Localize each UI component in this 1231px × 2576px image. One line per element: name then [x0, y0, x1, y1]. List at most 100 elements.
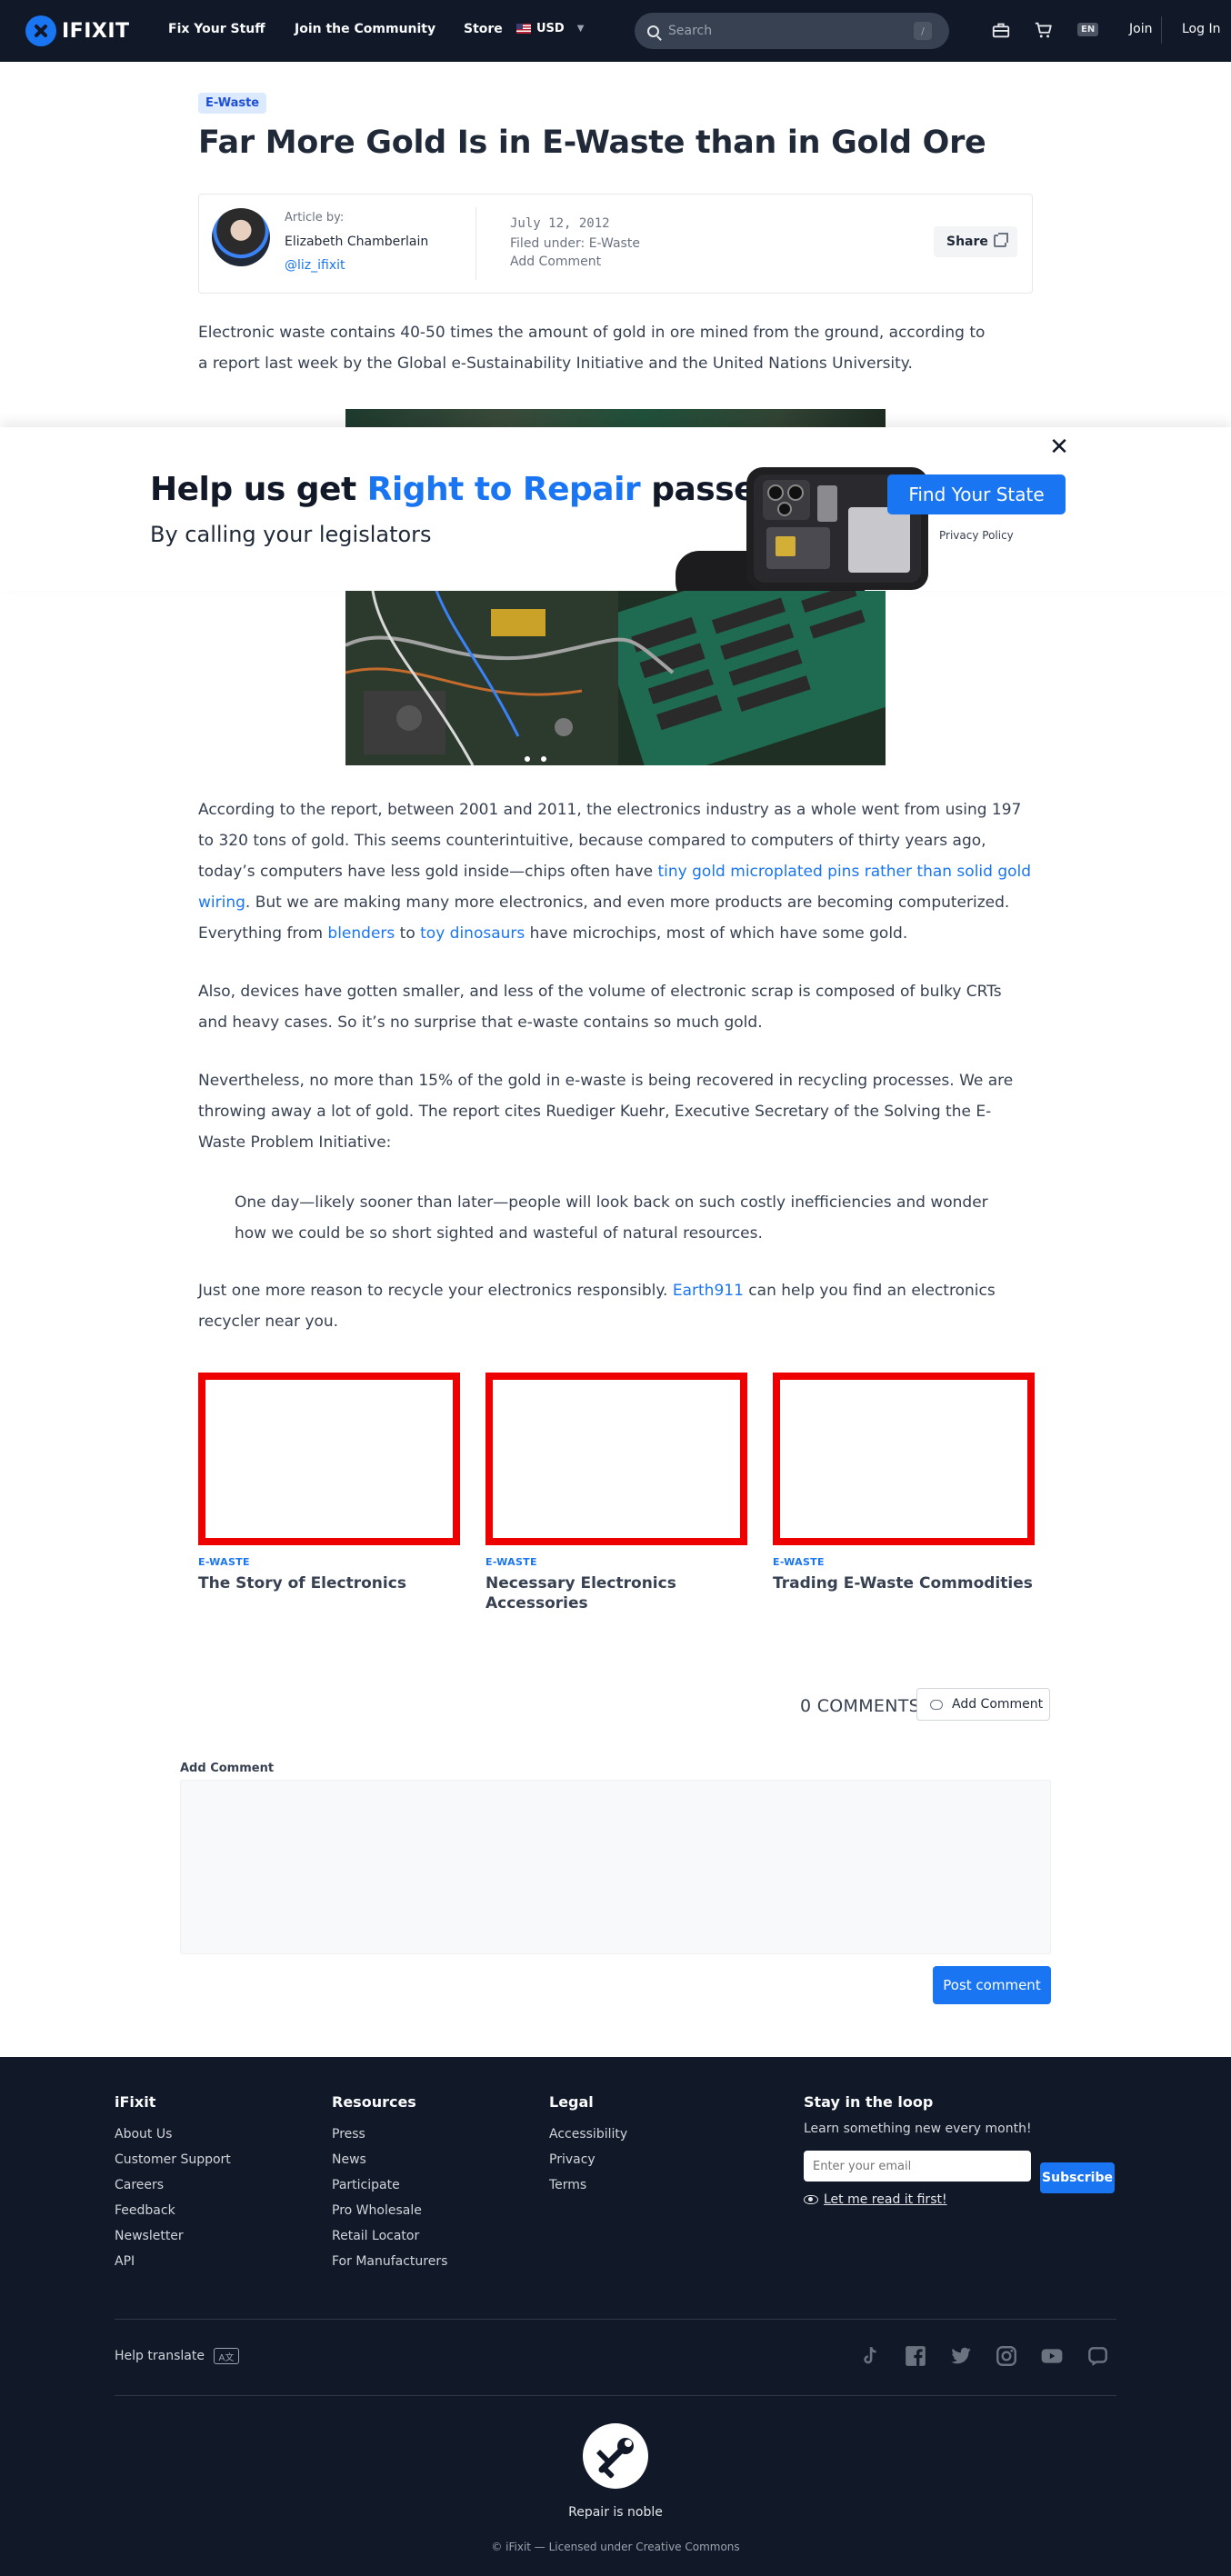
banner-subtitle: By calling your legislators [150, 522, 432, 547]
footer-link[interactable]: Customer Support [115, 2147, 231, 2172]
footer-tagline: Repair is noble [568, 2505, 663, 2520]
footer-column-resources: Resources Press News Participate Pro Who… [332, 2093, 447, 2274]
top-nav: IFIXIT Fix Your Stuff Join the Community… [0, 0, 1231, 62]
youtube-icon[interactable] [1040, 2344, 1064, 2368]
paragraph-report-text-4: have microchips, most of which have some… [525, 924, 908, 943]
search-input[interactable] [668, 24, 914, 38]
article-category-tag[interactable]: E-Waste [198, 93, 267, 114]
translate-icon: A文 [213, 2348, 239, 2364]
nav-store[interactable]: Store [464, 22, 503, 36]
related-card[interactable]: E-WASTE Necessary Electronics Accessorie… [485, 1373, 747, 1613]
footer-link[interactable]: Pro Wholesale [332, 2198, 447, 2223]
eye-icon [804, 2195, 818, 2204]
paragraph-recovery: Nevertheless, no more than 15% of the go… [198, 1072, 1014, 1152]
footer-column-legal: Legal Accessibility Privacy Terms [549, 2093, 627, 2198]
facebook-icon[interactable] [904, 2344, 927, 2368]
read-it-first-label: Let me read it first! [824, 2192, 947, 2207]
banner-title-prefix: Help us get [150, 471, 367, 508]
footer-link[interactable]: Accessibility [549, 2122, 627, 2147]
join-link[interactable]: Join [1129, 22, 1152, 36]
privacy-policy-link[interactable]: Privacy Policy [939, 529, 1014, 542]
help-translate-link[interactable]: Help translate A文 [115, 2348, 239, 2364]
comment-textarea[interactable] [180, 1780, 1051, 1954]
login-link[interactable]: Log In [1182, 22, 1220, 36]
byline-divider [475, 207, 476, 280]
paragraph-report-text-3: to [395, 924, 421, 943]
post-comment-button[interactable]: Post comment [933, 1966, 1051, 2004]
related-card-title[interactable]: Necessary Electronics Accessories [485, 1573, 747, 1613]
share-button[interactable]: Share [934, 226, 1017, 257]
related-card-image[interactable] [773, 1373, 1035, 1545]
byline-add-comment-link[interactable]: Add Comment [510, 255, 601, 269]
cart-icon[interactable] [1034, 20, 1054, 40]
filed-under: Filed under: E-Waste [510, 236, 640, 251]
currency-label: USD [536, 22, 565, 35]
footer-link[interactable]: Feedback [115, 2198, 231, 2223]
related-card[interactable]: E-WASTE Trading E-Waste Commodities [773, 1373, 1035, 1593]
footer-link[interactable]: About Us [115, 2122, 231, 2147]
related-card[interactable]: E-WASTE The Story of Electronics [198, 1373, 460, 1593]
filed-under-link[interactable]: E-Waste [589, 236, 640, 251]
comment-bubble-icon [930, 1699, 943, 1710]
footer-heading: Resources [332, 2093, 416, 2111]
ifixit-logo-mark [25, 15, 56, 46]
related-card-category[interactable]: E-WASTE [198, 1556, 460, 1568]
language-selector[interactable]: EN [1077, 23, 1099, 36]
ifixit-logo[interactable]: IFIXIT [25, 15, 130, 47]
paragraph-recycle-text-1: Just one more reason to recycle your ele… [198, 1282, 673, 1300]
filed-under-label: Filed under: [510, 236, 585, 251]
us-flag-icon [516, 24, 531, 34]
toy-dinosaurs-link[interactable]: toy dinosaurs [420, 924, 525, 943]
site-footer: iFixit About Us Customer Support Careers… [0, 2057, 1231, 2576]
newsletter-text: Learn something new every month! [804, 2122, 1032, 2136]
close-icon[interactable]: ✕ [1048, 435, 1070, 459]
external-share-icon [994, 233, 1008, 247]
footer-link[interactable]: News [332, 2147, 447, 2172]
earth911-link[interactable]: Earth911 [673, 1282, 744, 1300]
read-it-first-link[interactable]: Let me read it first! [804, 2192, 1118, 2207]
publish-date: July 12, 2012 [510, 216, 610, 231]
right-to-repair-banner: ✕ Help us get Right to Repair passed By … [0, 427, 1231, 593]
add-comment-button[interactable]: Add Comment [916, 1688, 1050, 1721]
footer-link[interactable]: Newsletter [115, 2223, 231, 2249]
nav-join-community[interactable]: Join the Community [295, 22, 435, 36]
footer-link[interactable]: Participate [332, 2172, 447, 2198]
nav-divider [1161, 16, 1162, 44]
footer-divider [115, 2395, 1116, 2396]
related-card-title[interactable]: Trading E-Waste Commodities [773, 1573, 1035, 1593]
byline-label: Article by: [285, 211, 345, 225]
chevron-down-icon: ▼ [576, 24, 585, 34]
nav-fix-your-stuff[interactable]: Fix Your Stuff [168, 22, 265, 36]
twitter-icon[interactable] [949, 2344, 973, 2368]
footer-link[interactable]: Privacy [549, 2147, 627, 2172]
newsletter-email-input[interactable] [804, 2151, 1031, 2182]
comment-form-label: Add Comment [180, 1762, 275, 1775]
mastodon-icon[interactable] [1086, 2344, 1109, 2368]
instagram-icon[interactable] [995, 2344, 1018, 2368]
author-avatar[interactable] [212, 208, 270, 266]
author-name: Elizabeth Chamberlain [285, 235, 429, 249]
footer-link[interactable]: For Manufacturers [332, 2249, 447, 2274]
find-your-state-button[interactable]: Find Your State [887, 474, 1066, 514]
footer-column-ifixit: iFixit About Us Customer Support Careers… [115, 2093, 231, 2274]
related-card-image[interactable] [485, 1373, 747, 1545]
subscribe-button[interactable]: Subscribe [1040, 2162, 1115, 2193]
footer-link[interactable]: Retail Locator [332, 2223, 447, 2249]
footer-link[interactable]: Press [332, 2122, 447, 2147]
tiktok-icon[interactable] [858, 2344, 882, 2368]
footer-link[interactable]: Careers [115, 2172, 231, 2198]
toolbox-icon[interactable] [991, 20, 1011, 40]
blenders-link[interactable]: blenders [327, 924, 395, 943]
related-card-title[interactable]: The Story of Electronics [198, 1573, 460, 1593]
paragraph-recycle: Just one more reason to recycle your ele… [198, 1275, 1035, 1337]
related-card-category[interactable]: E-WASTE [773, 1556, 1035, 1568]
footer-link[interactable]: API [115, 2249, 231, 2274]
search-bar[interactable]: / [635, 13, 949, 49]
currency-selector[interactable]: USD ▼ [516, 22, 584, 35]
related-card-category[interactable]: E-WASTE [485, 1556, 747, 1568]
search-shortcut-key: / [914, 22, 932, 40]
author-handle-link[interactable]: @liz_ifixit [285, 258, 345, 273]
related-card-image[interactable] [198, 1373, 460, 1545]
banner-title-highlight: Right to Repair [366, 471, 641, 508]
footer-link[interactable]: Terms [549, 2172, 627, 2198]
